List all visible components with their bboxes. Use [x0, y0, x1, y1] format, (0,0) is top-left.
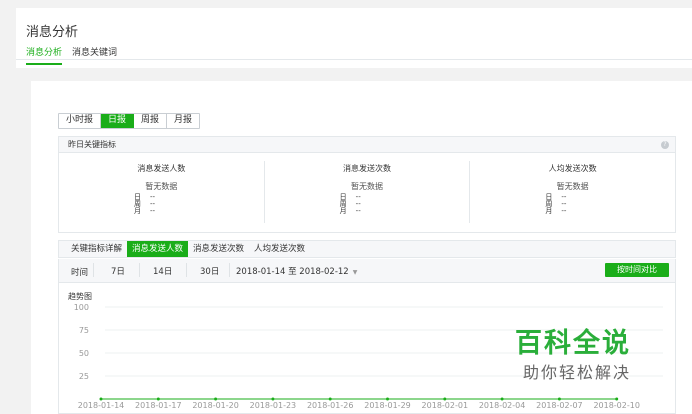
x-tick-label: 2018-01-23 [250, 401, 297, 410]
x-tick-label: 2018-01-29 [364, 401, 411, 410]
kpi-card-title: 昨日关键指标 [68, 140, 116, 149]
time-filter-label: 时间 [71, 268, 89, 278]
period-daily-button[interactable]: 日报 [101, 114, 135, 128]
kpi-row-value: -- [561, 207, 567, 215]
tab-message-keywords[interactable]: 消息关键词 [72, 45, 117, 65]
series-point[interactable] [214, 397, 218, 401]
x-tick-label: 2018-01-26 [307, 401, 354, 410]
range-30d-button[interactable]: 30日 [200, 265, 219, 277]
y-tick-label: 75 [79, 326, 89, 335]
kpi-no-data: 暂无数据 [556, 182, 589, 191]
tab-message-analysis[interactable]: 消息分析 [26, 45, 63, 65]
kpi-row-month: 月 -- [134, 208, 166, 215]
kpi-card: 昨日关键指标 ? 消息发送人数 暂无数据 日 -- 周 -- 月 -- 消息发送次数 … [58, 136, 676, 233]
range-7d-button[interactable]: 7日 [111, 265, 125, 277]
period-selector: 小时报 日报 周报 月报 [58, 113, 201, 129]
filter-divider [229, 263, 230, 277]
tab-send-users[interactable]: 消息发送人数 [127, 241, 189, 257]
kpi-row-label: 月 [339, 207, 347, 215]
page-header: 消息分析 消息分析 消息关键词 [16, 8, 692, 68]
series-point[interactable] [271, 397, 275, 401]
filter-divider [93, 263, 94, 277]
filter-divider [139, 263, 140, 277]
x-tick-label: 2018-01-17 [135, 401, 182, 410]
y-tick-label: 100 [74, 303, 89, 312]
kpi-send-users: 消息发送人数 暂无数据 日 -- 周 -- 月 -- [59, 161, 265, 223]
series-point[interactable] [386, 397, 389, 401]
question-circle-icon[interactable]: ? [661, 141, 669, 149]
detail-tabs: 关键指标详解 消息发送人数 消息发送次数 人均发送次数 [58, 240, 676, 258]
date-range-picker[interactable]: 2018-01-14 至 2018-02-12 ▼ [236, 265, 357, 277]
x-tick-label: 2018-02-10 [593, 401, 640, 410]
x-tick-label: 2018-01-14 [78, 401, 125, 410]
kpi-compare-rows: 日 -- 周 -- 月 -- [340, 194, 372, 215]
series-point[interactable] [99, 397, 103, 401]
tab-avg-send-count[interactable]: 人均发送次数 [249, 241, 310, 257]
range-14d-button[interactable]: 14日 [153, 265, 172, 277]
kpi-columns: 消息发送人数 暂无数据 日 -- 周 -- 月 -- 消息发送次数 暂无数据 日 -- … [59, 153, 675, 233]
kpi-name: 消息发送人数 [137, 164, 186, 173]
x-tick-label: 2018-02-04 [479, 401, 525, 410]
date-range-value: 2018-01-14 至 2018-02-12 [236, 267, 349, 277]
kpi-row-label: 月 [545, 207, 553, 215]
tab-send-count[interactable]: 消息发送次数 [188, 241, 249, 257]
period-hourly-button[interactable]: 小时报 [59, 114, 102, 128]
compare-by-time-button[interactable]: 按时间对比 [605, 263, 669, 277]
watermark-subtitle: 助你轻松解决 [523, 363, 632, 382]
period-monthly-button[interactable]: 月报 [167, 114, 200, 128]
chart-y-axis: 25 50 75 100 [74, 303, 89, 381]
series-point[interactable] [615, 397, 619, 401]
filter-divider [186, 263, 187, 277]
chevron-down-icon: ▼ [352, 269, 358, 276]
header-tabs: 消息分析 消息关键词 [26, 45, 117, 65]
kpi-compare-rows: 日 -- 周 -- 月 -- [545, 194, 577, 215]
series-point[interactable] [156, 397, 160, 401]
kpi-send-count: 消息发送次数 暂无数据 日 -- 周 -- 月 -- [265, 161, 471, 223]
kpi-compare-rows: 日 -- 周 -- 月 -- [134, 194, 166, 215]
kpi-no-data: 暂无数据 [145, 182, 178, 191]
series-point[interactable] [328, 397, 332, 401]
page-title: 消息分析 [26, 25, 79, 40]
chart-x-axis: 2018-01-14 2018-01-17 2018-01-20 2018-01-23… [78, 401, 640, 410]
time-filter-bar: 时间 7日 14日 30日 2018-01-14 至 2018-02-12 ▼ 按… [58, 259, 676, 283]
kpi-card-header: 昨日关键指标 ? [59, 137, 675, 153]
kpi-row-value: -- [150, 207, 156, 215]
kpi-row-label: 月 [134, 207, 141, 215]
kpi-row-value: -- [355, 207, 361, 215]
period-weekly-button[interactable]: 周报 [134, 114, 168, 128]
tab-key-metrics-detail[interactable]: 关键指标详解 [59, 241, 127, 257]
x-tick-label: 2018-02-01 [422, 401, 469, 410]
header-divider [16, 59, 692, 60]
kpi-avg-count: 人均发送次数 暂无数据 日 -- 周 -- 月 -- [470, 161, 675, 223]
kpi-name: 人均发送次数 [548, 164, 597, 173]
watermark: 百科全说 助你轻松解决 [489, 317, 679, 387]
chart-title: 趋势图 [68, 292, 92, 301]
y-tick-label: 25 [79, 372, 89, 381]
kpi-row-month: 月 -- [340, 208, 372, 215]
series-point[interactable] [443, 397, 447, 401]
series-point[interactable] [500, 397, 504, 401]
y-tick-label: 50 [79, 349, 89, 358]
kpi-no-data: 暂无数据 [351, 182, 383, 191]
kpi-name: 消息发送次数 [343, 164, 391, 173]
series-point[interactable] [557, 397, 561, 401]
x-tick-label: 2018-01-20 [192, 401, 239, 410]
kpi-row-month: 月 -- [545, 208, 577, 215]
watermark-title: 百科全说 [515, 328, 631, 359]
x-tick-label: 2018-02-07 [536, 401, 583, 410]
